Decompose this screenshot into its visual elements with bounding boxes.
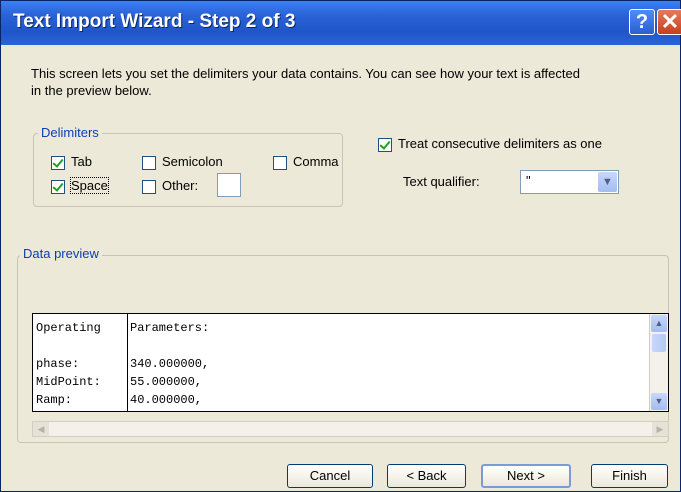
preview-cell: phase: <box>36 357 80 371</box>
close-button[interactable]: ✕ <box>657 9 681 35</box>
preview-horizontal-scrollbar[interactable]: ◀ ▶ <box>32 421 669 437</box>
close-icon: ✕ <box>660 9 680 34</box>
preview-cell: MidPoint: <box>36 375 101 389</box>
comma-label[interactable]: Comma <box>293 154 339 169</box>
dropdown-arrow-icon[interactable]: ▼ <box>598 172 617 192</box>
scroll-right-icon[interactable]: ▶ <box>652 422 668 436</box>
scroll-thumb[interactable] <box>652 334 666 352</box>
delimiters-group-label: Delimiters <box>38 125 102 140</box>
preview-cell: 40.000000, <box>130 393 203 407</box>
data-preview-label: Data preview <box>20 246 102 261</box>
text-qualifier-value: " <box>526 173 531 188</box>
preview-cell: 55.000000, <box>130 375 203 389</box>
preview-cell: 340.000000, <box>130 357 210 371</box>
tab-checkbox[interactable] <box>51 156 65 170</box>
preview-cell: Ramp: <box>36 393 73 407</box>
preview-cell: Operating <box>36 321 101 335</box>
space-checkbox[interactable] <box>51 180 65 194</box>
intro-text: This screen lets you set the delimiters … <box>31 66 580 98</box>
finish-button[interactable]: Finish <box>591 464 668 488</box>
scroll-down-icon[interactable]: ▼ <box>651 393 667 410</box>
help-button[interactable]: ? <box>629 9 655 35</box>
column-separator[interactable] <box>127 314 128 411</box>
next-button[interactable]: Next > <box>481 464 571 488</box>
text-qualifier-select[interactable]: " ▼ <box>520 170 619 194</box>
other-label[interactable]: Other: <box>162 178 198 193</box>
consecutive-checkbox[interactable] <box>378 138 392 152</box>
space-label[interactable]: Space <box>70 177 109 194</box>
preview-cell: Parameters: <box>130 321 210 335</box>
tab-label[interactable]: Tab <box>71 154 92 169</box>
cancel-button[interactable]: Cancel <box>287 464 373 488</box>
scroll-left-icon[interactable]: ◀ <box>33 422 49 436</box>
data-preview-grid[interactable]: Operating Parameters: phase: 340.000000,… <box>32 313 669 412</box>
delimiters-group: Delimiters <box>33 125 343 207</box>
dialog-title: Text Import Wizard - Step 2 of 3 <box>13 11 296 32</box>
help-icon: ? <box>635 11 649 33</box>
semicolon-label[interactable]: Semicolon <box>162 154 223 169</box>
preview-vertical-scrollbar[interactable]: ▲ ▼ <box>649 314 668 411</box>
semicolon-checkbox[interactable] <box>142 156 156 170</box>
consecutive-label[interactable]: Treat consecutive delimiters as one <box>398 136 602 151</box>
other-delimiter-input[interactable] <box>217 173 241 197</box>
text-import-wizard-dialog: Text Import Wizard - Step 2 of 3 ? ✕ Thi… <box>0 0 681 492</box>
other-checkbox[interactable] <box>142 180 156 194</box>
title-bar[interactable]: Text Import Wizard - Step 2 of 3 ? ✕ <box>1 1 681 45</box>
back-button[interactable]: < Back <box>387 464 466 488</box>
comma-checkbox[interactable] <box>273 156 287 170</box>
scroll-up-icon[interactable]: ▲ <box>651 315 667 332</box>
text-qualifier-label: Text qualifier: <box>403 174 480 189</box>
